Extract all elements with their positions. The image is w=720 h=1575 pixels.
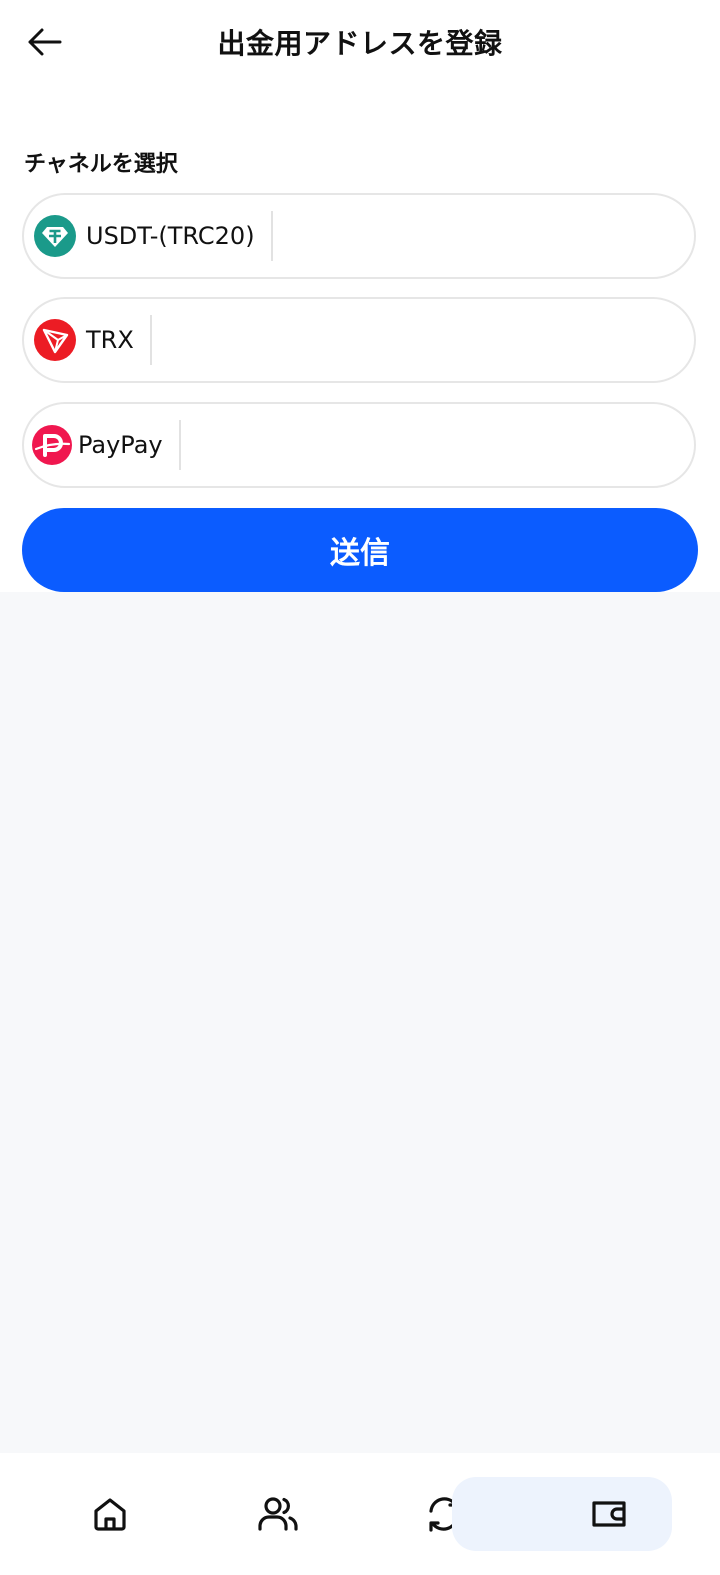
tab-home[interactable] [70,1477,150,1551]
users-icon [258,1497,298,1531]
tether-icon [34,215,76,257]
bottom-tab-bar [0,1453,720,1575]
paypay-icon [32,425,72,465]
divider [270,211,273,261]
channel-option-trx[interactable]: TRX [22,297,696,383]
submit-button[interactable]: 送信 [22,508,698,592]
page-title: 出金用アドレスを登録 [217,27,503,60]
section-label: チャネルを選択 [24,152,178,177]
channel-option-paypay[interactable]: PayPay [22,402,696,488]
channel-name: TRX [86,326,134,354]
divider [178,420,181,470]
channel-name: PayPay [78,431,163,459]
tron-icon [34,319,76,361]
tab-team[interactable] [238,1477,318,1551]
divider [149,315,152,365]
home-icon [94,1498,126,1531]
channel-option-usdt[interactable]: USDT-(TRC20) [22,193,696,279]
tab-wallet[interactable] [452,1477,672,1551]
channel-name: USDT-(TRC20) [86,222,255,250]
content-panel: 出金用アドレスを登録 チャネルを選択 USDT-(TRC20) TRX PayP… [0,0,720,592]
header: 出金用アドレスを登録 [0,0,720,84]
wallet-icon [592,1501,626,1527]
